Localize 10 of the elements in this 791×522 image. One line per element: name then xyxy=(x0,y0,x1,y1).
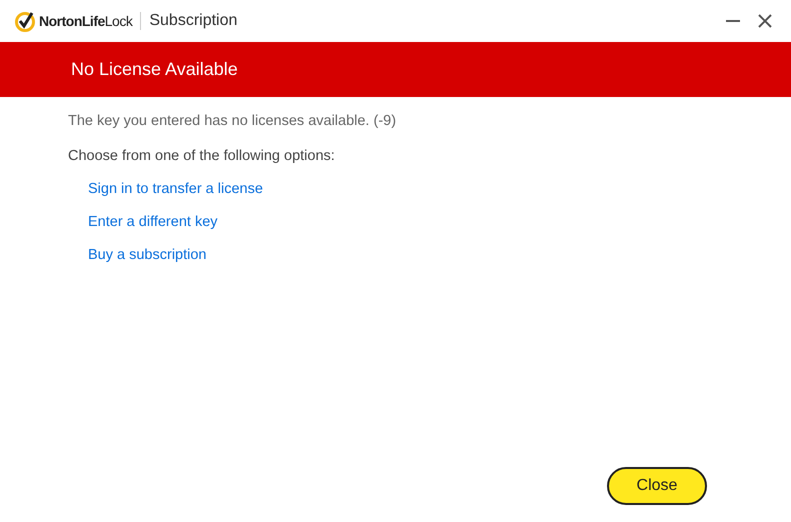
options-prompt: Choose from one of the following options: xyxy=(68,148,336,164)
checkmark-logo-icon xyxy=(14,10,36,32)
error-message: The key you entered has no licenses available. (-9) xyxy=(68,113,398,129)
option-link[interactable]: Buy a subscription xyxy=(88,247,206,263)
brand-logo: NortonLifeLock xyxy=(39,13,132,29)
window-title: Subscription xyxy=(149,12,238,30)
close-button[interactable]: Close xyxy=(607,467,707,505)
banner-title: No License Available xyxy=(71,59,238,80)
option-link[interactable]: Sign in to transfer a license xyxy=(88,181,263,197)
option-link[interactable]: Enter a different key xyxy=(88,214,218,230)
